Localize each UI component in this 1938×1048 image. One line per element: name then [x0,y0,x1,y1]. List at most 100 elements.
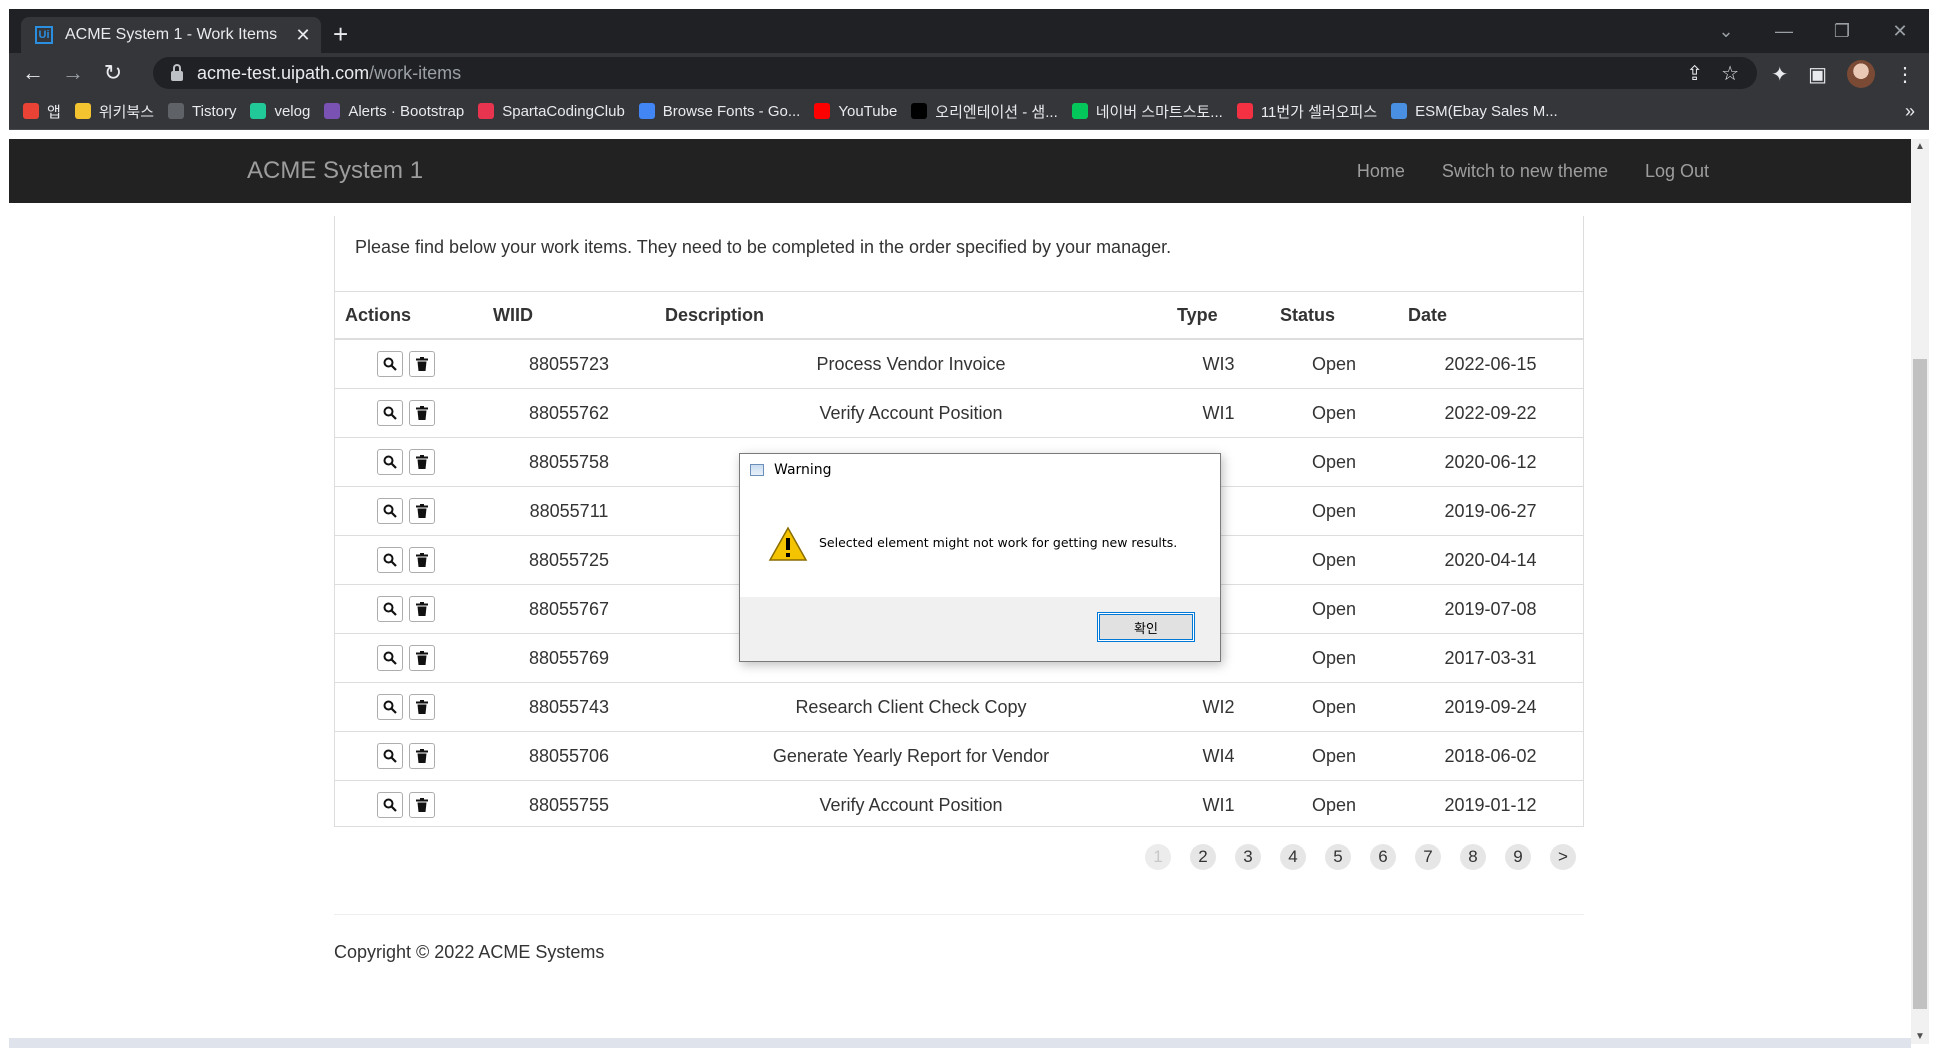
bookmark-item[interactable]: velog [250,103,310,120]
bookmark-item[interactable]: ESM(Ebay Sales M... [1391,103,1558,120]
cell-wiid: 88055743 [483,682,655,732]
view-button[interactable] [377,645,403,671]
toolbar-right: ✦ ▣ ⋮ [1771,60,1915,88]
lock-icon[interactable] [171,64,183,81]
view-button[interactable] [377,694,403,720]
bookmark-item[interactable]: 오리엔테이션 - 샘... [911,101,1058,122]
minimize-icon[interactable]: — [1755,9,1813,53]
naver-smartstore-icon [1071,103,1088,119]
bookmark-item[interactable]: 위키북스 [74,101,154,122]
bookmark-item[interactable]: 11번가 셀러오피스 [1236,101,1377,122]
scroll-up-icon[interactable]: ▲ [1911,141,1929,152]
delete-button[interactable] [409,449,435,475]
extensions-puzzle-icon[interactable]: ✦ [1771,62,1788,87]
bookmark-label: ESM(Ebay Sales M... [1415,102,1558,120]
view-button[interactable] [377,449,403,475]
bookmark-item[interactable]: 앱 [23,101,61,122]
cell-status: Open [1270,682,1398,732]
delete-button[interactable] [409,792,435,818]
sparta-icon [478,103,495,119]
bookmark-item[interactable]: SpartaCodingClub [478,103,625,120]
pagination: 1 2 3 4 5 6 7 8 9 > [1145,844,1576,870]
delete-button[interactable] [409,351,435,377]
delete-button[interactable] [409,645,435,671]
trash-icon [416,602,428,616]
cell-wiid: 88055711 [483,486,655,536]
row-actions [335,547,483,573]
col-header-type: Type [1167,292,1270,340]
cell-date: 2017-03-31 [1398,633,1583,683]
side-panel-icon[interactable]: ▣ [1808,62,1827,87]
tab-close-icon[interactable]: ✕ [289,25,317,46]
forward-icon[interactable]: → [53,60,93,86]
dialog-titlebar[interactable]: Warning [740,454,1220,486]
nav-link-switch-theme[interactable]: Switch to new theme [1442,161,1608,182]
bookmark-item[interactable]: Alerts · Bootstrap [324,103,464,120]
view-button[interactable] [377,547,403,573]
share-icon[interactable]: ⇪ [1686,61,1703,86]
delete-button[interactable] [409,743,435,769]
velog-icon [250,103,267,119]
view-button[interactable] [377,596,403,622]
bookmark-item[interactable]: YouTube [814,103,897,120]
delete-button[interactable] [409,596,435,622]
search-icon [383,798,397,812]
reload-icon[interactable]: ↻ [93,60,133,86]
cell-type: WI1 [1167,388,1270,438]
cell-type: WI3 [1167,338,1270,389]
profile-avatar[interactable] [1847,60,1875,88]
site-brand[interactable]: ACME System 1 [247,157,423,185]
new-tab-button[interactable]: + [333,19,348,50]
tab-search-icon[interactable]: ⌄ [1697,9,1755,53]
pagination-next-button[interactable]: > [1550,844,1576,870]
bookmark-item[interactable]: Tistory [168,103,236,120]
view-button[interactable] [377,351,403,377]
delete-button[interactable] [409,498,435,524]
pagination-page-2[interactable]: 2 [1190,844,1216,870]
col-header-wiid: WIID [483,292,655,340]
delete-button[interactable] [409,400,435,426]
bookmark-item[interactable]: 네이버 스마트스토... [1071,101,1223,122]
view-button[interactable] [377,400,403,426]
bookmark-item[interactable]: Browse Fonts - Go... [638,103,800,120]
bookmarks-overflow-icon[interactable]: » [1905,101,1915,122]
cell-status: Open [1270,486,1398,536]
scroll-down-icon[interactable]: ▼ [1911,1031,1929,1042]
delete-button[interactable] [409,547,435,573]
url-path: /work-items [369,62,462,83]
cell-date: 2019-09-24 [1398,682,1583,732]
close-window-icon[interactable]: ✕ [1871,9,1929,53]
view-button[interactable] [377,743,403,769]
pagination-page-4[interactable]: 4 [1280,844,1306,870]
address-bar[interactable]: acme-test.uipath.com/work-items ⇪ ☆ [153,57,1757,89]
nav-link-logout[interactable]: Log Out [1645,161,1709,182]
dialog-footer: 확인 [740,597,1220,661]
search-icon [383,504,397,518]
pagination-page-7[interactable]: 7 [1415,844,1441,870]
back-icon[interactable]: ← [13,60,53,86]
pagination-page-1[interactable]: 1 [1145,844,1171,870]
page-scrollbar[interactable]: ▲ ▼ [1911,139,1929,1044]
actions-cell [335,584,483,634]
view-button[interactable] [377,792,403,818]
menu-kebab-icon[interactable]: ⋮ [1895,62,1915,87]
ok-button[interactable]: 확인 [1097,612,1195,642]
trash-icon [416,504,428,518]
nav-link-home[interactable]: Home [1357,161,1405,182]
pagination-page-6[interactable]: 6 [1370,844,1396,870]
scrollbar-thumb[interactable] [1913,359,1927,1009]
trash-icon [416,700,428,714]
search-icon [383,749,397,763]
warning-triangle-icon [768,526,808,561]
view-button[interactable] [377,498,403,524]
browser-tab[interactable]: Ui ACME System 1 - Work Items ✕ [21,17,321,53]
pagination-page-3[interactable]: 3 [1235,844,1261,870]
youtube-icon [814,103,831,119]
pagination-page-5[interactable]: 5 [1325,844,1351,870]
bookmark-star-icon[interactable]: ☆ [1721,61,1739,86]
restore-icon[interactable]: ❐ [1813,9,1871,53]
delete-button[interactable] [409,694,435,720]
pagination-page-8[interactable]: 8 [1460,844,1486,870]
bookmark-label: SpartaCodingClub [502,102,625,120]
pagination-page-9[interactable]: 9 [1505,844,1531,870]
